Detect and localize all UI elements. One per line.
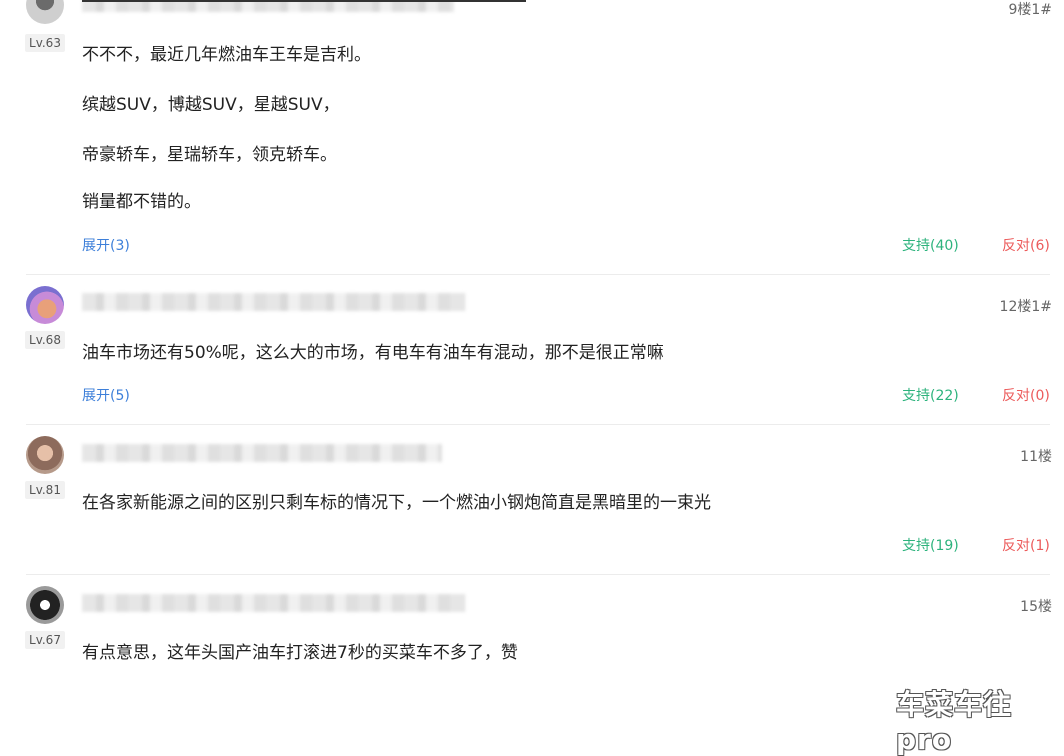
avatar[interactable]	[26, 286, 64, 324]
avatar[interactable]	[26, 0, 64, 24]
support-button[interactable]: 支持(19)	[902, 535, 959, 555]
comment-text-line: 油车市场还有50%呢，这么大的市场，有电车有油车有混动，那不是很正常嘛	[82, 343, 664, 363]
username-blurred[interactable]	[82, 594, 465, 612]
oppose-button[interactable]: 反对(6)	[1002, 235, 1050, 255]
expand-replies-link[interactable]: 展开(3)	[82, 235, 130, 255]
floor-number: 12楼1#	[999, 299, 1052, 315]
avatar[interactable]	[26, 586, 64, 624]
avatar[interactable]	[26, 436, 64, 474]
floor-number: 9楼1#	[1008, 2, 1052, 18]
floor-number: 15楼	[1020, 599, 1052, 615]
oppose-button[interactable]: 反对(1)	[1002, 535, 1050, 555]
support-button[interactable]: 支持(40)	[902, 235, 959, 255]
comment-divider	[26, 574, 1050, 575]
username-blurred[interactable]	[82, 444, 442, 462]
username-blurred[interactable]	[82, 293, 465, 311]
floor-number: 11楼	[1020, 449, 1052, 465]
level-badge: Lv.81	[25, 481, 65, 499]
comment-text-line: 帝豪轿车，星瑞轿车，领克轿车。	[82, 145, 337, 165]
level-badge: Lv.68	[25, 331, 65, 349]
comment-text-line: 销量都不错的。	[82, 192, 201, 212]
expand-replies-link[interactable]: 展开(5)	[82, 385, 130, 405]
comment-text-line: 有点意思，这年头国产油车打滚进7秒的买菜车不多了，赞	[82, 643, 518, 663]
level-badge: Lv.63	[25, 34, 65, 52]
oppose-button[interactable]: 反对(0)	[1002, 385, 1050, 405]
comment-text-line: 不不不，最近几年燃油车王车是吉利。	[82, 45, 371, 65]
name-underline	[82, 0, 526, 2]
comment-divider	[26, 274, 1050, 275]
support-button[interactable]: 支持(22)	[902, 385, 959, 405]
watermark: 车菜车往pro	[896, 688, 1013, 756]
level-badge: Lv.67	[25, 631, 65, 649]
comment-text-line: 在各家新能源之间的区别只剩车标的情况下，一个燃油小钢炮简直是黑暗里的一束光	[82, 493, 711, 513]
comment-text-line: 缤越SUV，博越SUV，星越SUV，	[82, 95, 340, 115]
comment-divider	[26, 424, 1050, 425]
